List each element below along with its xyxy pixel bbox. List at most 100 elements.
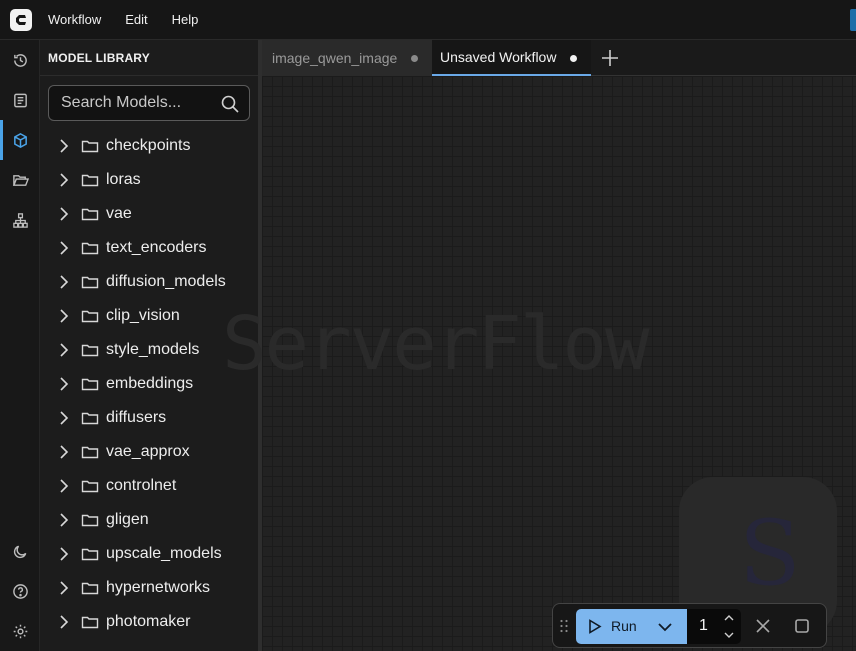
watermark-text: ServerFlow bbox=[222, 301, 650, 387]
stop-icon[interactable] bbox=[794, 618, 810, 634]
model-library-button[interactable] bbox=[0, 120, 40, 160]
folder-icon bbox=[81, 412, 99, 425]
decrement-icon[interactable] bbox=[723, 630, 735, 640]
folder-icon bbox=[81, 548, 99, 561]
sidebar-icon-rail bbox=[0, 40, 40, 651]
panel-title: MODEL LIBRARY bbox=[40, 40, 258, 76]
folder-item[interactable]: controlnet bbox=[40, 469, 258, 503]
history-icon bbox=[13, 53, 27, 67]
folder-label: diffusers bbox=[106, 409, 167, 426]
top-menubar: Workflow Edit Help bbox=[0, 0, 856, 40]
comfy-logo-icon[interactable] bbox=[10, 8, 32, 31]
folder-icon bbox=[81, 276, 99, 289]
workflows-button[interactable] bbox=[0, 160, 40, 200]
menu-workflow[interactable]: Workflow bbox=[42, 8, 107, 31]
cancel-icon[interactable] bbox=[755, 618, 771, 634]
drag-handle-icon[interactable] bbox=[559, 619, 569, 633]
help-icon bbox=[12, 583, 28, 599]
folder-icon bbox=[81, 174, 99, 187]
chevron-right-icon[interactable] bbox=[56, 240, 72, 256]
play-icon bbox=[589, 619, 602, 634]
chevron-right-icon[interactable] bbox=[56, 444, 72, 460]
chevron-right-icon[interactable] bbox=[56, 512, 72, 528]
chevron-right-icon[interactable] bbox=[56, 342, 72, 358]
folder-label: vae_approx bbox=[106, 443, 190, 460]
run-button[interactable]: Run bbox=[576, 609, 687, 644]
folder-label: style_models bbox=[106, 341, 200, 358]
chevron-right-icon[interactable] bbox=[56, 410, 72, 426]
chevron-right-icon[interactable] bbox=[56, 580, 72, 596]
folder-label: upscale_models bbox=[106, 545, 222, 562]
folder-icon bbox=[81, 480, 99, 493]
folder-label: gligen bbox=[106, 511, 149, 528]
settings-button[interactable] bbox=[0, 611, 40, 651]
app-window: Workflow Edit Help MODEL LIBRARY Search … bbox=[0, 0, 856, 651]
unsaved-dot-icon[interactable] bbox=[411, 55, 418, 62]
folder-item[interactable]: checkpoints bbox=[40, 129, 258, 163]
folder-icon bbox=[81, 582, 99, 595]
folder-icon bbox=[81, 446, 99, 459]
folder-item[interactable]: text_encoders bbox=[40, 231, 258, 265]
top-right-action-button[interactable] bbox=[850, 9, 856, 31]
folder-label: hypernetworks bbox=[106, 579, 211, 596]
folder-label: controlnet bbox=[106, 477, 177, 494]
chevron-down-icon[interactable] bbox=[657, 619, 673, 635]
search-icon[interactable] bbox=[220, 94, 240, 114]
workflows-icon bbox=[12, 174, 29, 186]
tab-label: Unsaved Workflow bbox=[440, 49, 557, 65]
chevron-right-icon[interactable] bbox=[56, 376, 72, 392]
folder-label: photomaker bbox=[106, 613, 191, 630]
folder-item[interactable]: diffusers bbox=[40, 401, 258, 435]
folder-item[interactable]: vae_approx bbox=[40, 435, 258, 469]
folder-icon bbox=[81, 208, 99, 221]
chevron-right-icon[interactable] bbox=[56, 478, 72, 494]
theme-toggle-button[interactable] bbox=[0, 531, 40, 571]
queue-icon bbox=[13, 93, 27, 107]
chevron-right-icon[interactable] bbox=[56, 172, 72, 188]
menu-edit[interactable]: Edit bbox=[119, 8, 153, 31]
chevron-right-icon[interactable] bbox=[56, 308, 72, 324]
folder-icon bbox=[81, 344, 99, 357]
watermark-logo-letter: S bbox=[739, 501, 801, 606]
add-tab-icon[interactable] bbox=[600, 48, 620, 68]
run-toolbar: Run 1 bbox=[552, 603, 827, 648]
batch-count-stepper[interactable]: 1 bbox=[687, 609, 741, 644]
folder-item[interactable]: diffusion_models bbox=[40, 265, 258, 299]
folder-icon bbox=[81, 310, 99, 323]
run-label: Run bbox=[611, 618, 637, 634]
queue-button[interactable] bbox=[0, 80, 40, 120]
tab-image-qwen-image[interactable]: image_qwen_image bbox=[262, 40, 432, 76]
chevron-right-icon[interactable] bbox=[56, 274, 72, 290]
chevron-right-icon[interactable] bbox=[56, 546, 72, 562]
folder-item[interactable]: hypernetworks bbox=[40, 571, 258, 605]
chevron-right-icon[interactable] bbox=[56, 614, 72, 630]
chevron-right-icon[interactable] bbox=[56, 138, 72, 154]
folder-icon bbox=[81, 616, 99, 629]
folder-icon bbox=[81, 140, 99, 153]
folder-label: loras bbox=[106, 171, 141, 188]
model-library-icon bbox=[13, 132, 27, 148]
batch-count-value[interactable]: 1 bbox=[699, 617, 708, 635]
tab-unsaved-workflow[interactable]: Unsaved Workflow bbox=[432, 40, 591, 76]
folder-item[interactable]: vae bbox=[40, 197, 258, 231]
chevron-right-icon[interactable] bbox=[56, 206, 72, 222]
search-input[interactable] bbox=[49, 86, 219, 120]
node-library-button[interactable] bbox=[0, 200, 40, 240]
folder-item[interactable]: loras bbox=[40, 163, 258, 197]
folder-item[interactable]: upscale_models bbox=[40, 537, 258, 571]
unsaved-dot-icon[interactable] bbox=[570, 55, 577, 62]
increment-icon[interactable] bbox=[723, 613, 735, 623]
tab-label: image_qwen_image bbox=[272, 50, 398, 66]
history-button[interactable] bbox=[0, 40, 40, 80]
folder-icon bbox=[81, 378, 99, 391]
folder-item[interactable]: gligen bbox=[40, 503, 258, 537]
help-button[interactable] bbox=[0, 571, 40, 611]
menu-help[interactable]: Help bbox=[166, 8, 205, 31]
folder-label: text_encoders bbox=[106, 239, 207, 256]
folder-icon bbox=[81, 242, 99, 255]
folder-label: clip_vision bbox=[106, 307, 180, 324]
folder-item[interactable]: photomaker bbox=[40, 605, 258, 639]
folder-label: vae bbox=[106, 205, 132, 222]
graph-canvas[interactable]: ServerFlow S bbox=[222, 76, 856, 651]
search-box[interactable] bbox=[48, 85, 250, 121]
